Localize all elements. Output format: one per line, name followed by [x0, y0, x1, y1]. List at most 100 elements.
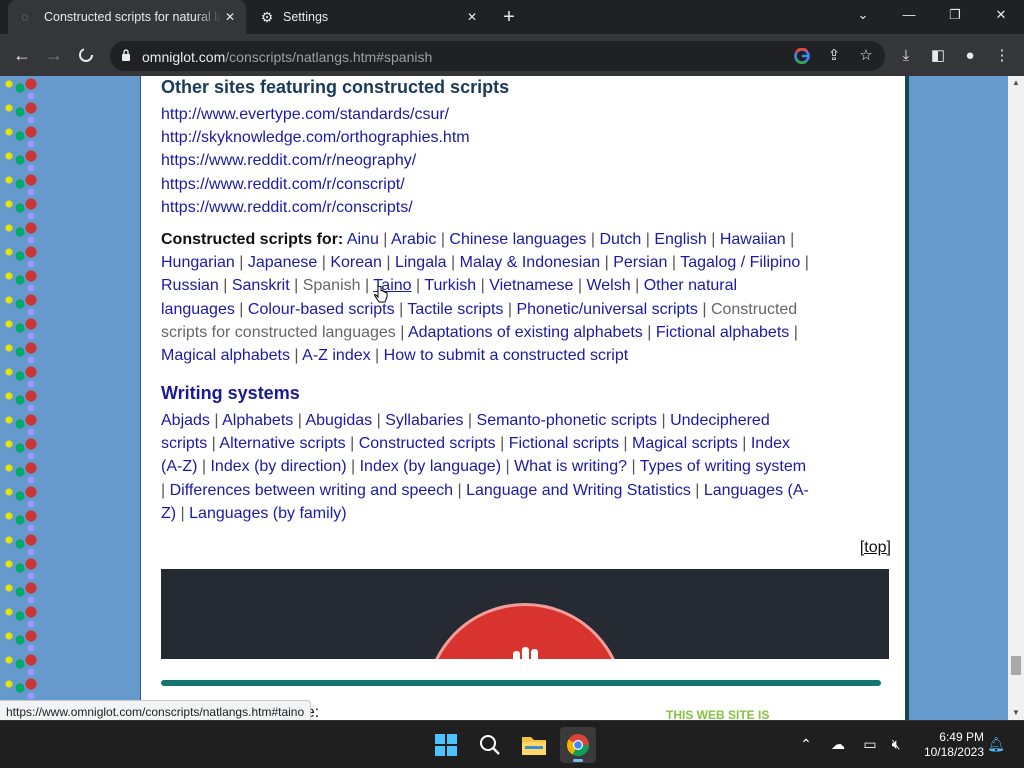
link-skyknowledge[interactable]: http://skyknowledge.com/orthographies.ht…	[161, 126, 470, 149]
back-arrow-icon[interactable]: ←	[8, 42, 36, 68]
cs-link[interactable]: Welsh	[586, 277, 630, 294]
volume-muted-icon[interactable]: 🔇︎	[886, 734, 906, 754]
cs-link[interactable]: Lingala	[395, 254, 447, 271]
new-tab-button[interactable]: +	[498, 6, 520, 28]
clock-date: 10/18/2023	[923, 745, 984, 759]
link-reddit-conscripts[interactable]: https://www.reddit.com/r/conscripts/	[161, 196, 470, 219]
ws-link[interactable]: Abugidas	[305, 412, 372, 429]
menu-kebab-icon[interactable]: ⋮	[990, 44, 1014, 68]
other-sites-heading: Other sites featuring constructed script…	[161, 77, 510, 97]
ws-link[interactable]: Semanto-phonetic scripts	[477, 412, 658, 429]
ws-link[interactable]: Differences between writing and speech	[170, 482, 453, 499]
tab-constructed-scripts[interactable]: ◌ Constructed scripts for natural la ✕	[8, 0, 246, 34]
tab-search-chevron-icon[interactable]: ⌄	[840, 0, 886, 30]
cs-link[interactable]: Phonetic/universal scripts	[516, 301, 697, 318]
close-window-button[interactable]: ✕	[978, 0, 1024, 30]
cs-link[interactable]: Malay & Indonesian	[460, 254, 601, 271]
ws-link[interactable]: Syllabaries	[385, 412, 463, 429]
link-reddit-conscript[interactable]: https://www.reddit.com/r/conscript/	[161, 173, 470, 196]
ws-link[interactable]: Alphabets	[222, 412, 293, 429]
close-tab-icon[interactable]: ✕	[222, 9, 238, 25]
display-icon[interactable]: ▭	[860, 734, 880, 754]
show-hidden-icons-chevron-icon[interactable]: ⌃	[796, 734, 816, 754]
cs-link[interactable]: Korean	[330, 254, 382, 271]
decorative-script-border	[0, 76, 40, 720]
ws-link[interactable]: Language and Writing Statistics	[466, 482, 691, 499]
link-evertype[interactable]: http://www.evertype.com/standards/csur/	[161, 103, 470, 126]
cs-link[interactable]: Arabic	[391, 231, 436, 248]
cs-link[interactable]: Ainu	[347, 231, 379, 248]
ws-link[interactable]: Fictional scripts	[509, 435, 619, 452]
ws-link[interactable]: Alternative scripts	[219, 435, 345, 452]
tab-strip: ◌ Constructed scripts for natural la ✕ ⚙…	[0, 0, 1024, 34]
cs-link[interactable]: Sanskrit	[232, 277, 290, 294]
file-explorer-icon[interactable]	[516, 727, 552, 763]
cs-link[interactable]: Hungarian	[161, 254, 235, 271]
lock-icon	[122, 49, 130, 61]
cs-link[interactable]: Hawaiian	[720, 231, 786, 248]
tab-title: Constructed scripts for natural la	[44, 10, 222, 24]
ws-link[interactable]: Languages (by family)	[189, 505, 346, 522]
omniglot-favicon-icon: ◌	[21, 10, 29, 24]
ws-link[interactable]: Index (by direction)	[210, 458, 346, 475]
bookmark-star-icon[interactable]: ☆	[856, 46, 876, 66]
cs-link[interactable]: Tagalog / Filipino	[680, 254, 800, 271]
side-panel-icon[interactable]: ◧	[926, 44, 950, 68]
cs-link[interactable]: Chinese languages	[449, 231, 586, 248]
scroll-down-arrow-icon[interactable]: ▼	[1008, 706, 1024, 720]
weather-cloud-icon[interactable]: ☁	[828, 734, 848, 754]
cs-link[interactable]: Colour-based scripts	[248, 301, 395, 318]
scroll-up-arrow-icon[interactable]: ▲	[1008, 76, 1024, 90]
chrome-icon[interactable]	[560, 727, 596, 763]
cs-current-spanish: Spanish	[302, 277, 361, 295]
system-clock[interactable]: 6:49 PM 10/18/2023	[914, 730, 984, 760]
cs-link[interactable]: Dutch	[599, 231, 641, 248]
cs-link[interactable]: Russian	[161, 277, 219, 294]
windows-start-icon[interactable]	[428, 727, 464, 763]
ws-link[interactable]: Magical scripts	[632, 435, 738, 452]
forward-arrow-icon[interactable]: →	[40, 42, 68, 68]
top-link[interactable]: [top]	[860, 536, 891, 559]
search-icon[interactable]	[472, 727, 508, 763]
ws-link[interactable]: What is writing?	[514, 458, 627, 475]
minimize-button[interactable]: —	[886, 0, 932, 30]
writing-systems-heading: Writing systems	[161, 383, 300, 403]
cs-link[interactable]: English	[654, 231, 706, 248]
vertical-scrollbar[interactable]: ▲ ▼	[1008, 76, 1024, 720]
cs-link[interactable]: Vietnamese	[489, 277, 573, 294]
ws-link[interactable]: Types of writing system	[640, 458, 806, 475]
status-bar-url: https://www.omniglot.com/conscripts/natl…	[0, 700, 312, 722]
hand-icon	[513, 639, 543, 659]
cs-link[interactable]: Magical alphabets	[161, 347, 290, 364]
scrollbar-thumb[interactable]	[1011, 656, 1021, 675]
gear-icon: ⚙	[260, 8, 274, 25]
google-lens-icon[interactable]	[792, 46, 812, 66]
writing-systems-nav: Abjads | Alphabets | Abugidas | Syllabar…	[161, 412, 809, 522]
close-tab-icon[interactable]: ✕	[464, 9, 480, 25]
cs-link[interactable]: Turkish	[424, 277, 476, 294]
address-bar[interactable]: omniglot.com/conscripts/natlangs.htm#spa…	[110, 41, 885, 71]
cs-link[interactable]: Tactile scripts	[407, 301, 503, 318]
ws-link[interactable]: Constructed scripts	[359, 435, 496, 452]
share-icon[interactable]: ⇪	[824, 46, 844, 66]
teal-divider	[161, 680, 881, 686]
cs-link[interactable]: Adaptations of existing alphabets	[408, 324, 643, 341]
notification-bell-icon[interactable]: 🔔︎	[986, 734, 1006, 754]
link-reddit-neography[interactable]: https://www.reddit.com/r/neography/	[161, 149, 470, 172]
clock-time: 6:49 PM	[939, 730, 984, 744]
ws-link[interactable]: Index (by language)	[360, 458, 501, 475]
cs-link[interactable]: Japanese	[248, 254, 317, 271]
loading-spinner-icon[interactable]	[72, 42, 100, 68]
windows-taskbar: ⌃ ☁ ▭ 🔇︎ 6:49 PM 10/18/2023 🔔︎	[0, 720, 1024, 768]
cs-link[interactable]: How to submit a constructed script	[384, 347, 629, 364]
download-icon[interactable]: ⤓	[894, 44, 918, 68]
restore-button[interactable]: ❐	[932, 0, 978, 30]
ad-banner[interactable]	[161, 569, 889, 659]
profile-icon[interactable]: ●	[958, 44, 982, 68]
green-logo-text: THIS WEB SITE IS	[666, 708, 770, 720]
cs-link[interactable]: Persian	[613, 254, 667, 271]
cs-link[interactable]: Fictional alphabets	[656, 324, 789, 341]
tab-settings[interactable]: ⚙ Settings ✕	[248, 0, 488, 34]
ws-link[interactable]: Abjads	[161, 412, 210, 429]
cs-link[interactable]: A-Z index	[302, 347, 370, 364]
